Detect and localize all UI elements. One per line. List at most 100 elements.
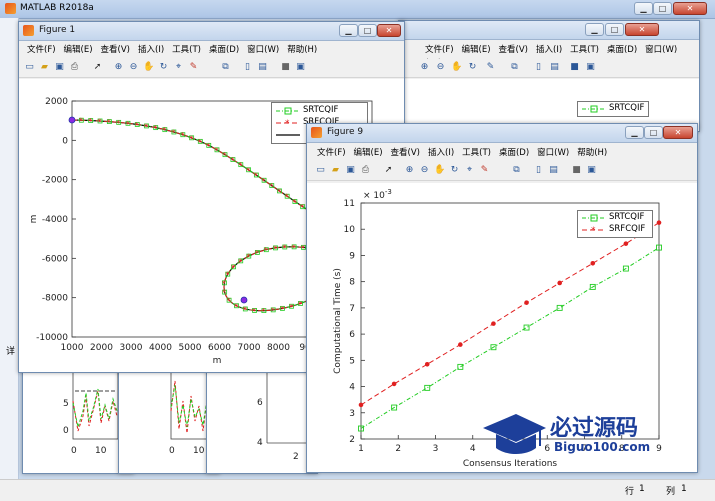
brush-icon[interactable]: ✎ bbox=[479, 165, 490, 176]
figure-back-title-bar[interactable]: ▁ □ ✕ bbox=[399, 21, 699, 40]
show-tools-icon[interactable]: ▣ bbox=[585, 62, 596, 73]
y-tick-label: 4 bbox=[349, 383, 355, 393]
save-icon[interactable]: ▣ bbox=[345, 165, 356, 176]
menu-item[interactable]: 文件(F) bbox=[421, 43, 458, 57]
brush-icon[interactable]: ✎ bbox=[485, 62, 496, 73]
figure-1-title-bar[interactable]: Figure 1 ▁ □ ✕ bbox=[19, 22, 404, 41]
zoom-in-icon[interactable]: ⊕ bbox=[113, 62, 124, 73]
maximize-button[interactable]: □ bbox=[605, 23, 624, 36]
menu-item[interactable]: 桌面(D) bbox=[205, 43, 243, 57]
hide-tools-icon[interactable]: ■ bbox=[571, 165, 582, 176]
pan-icon[interactable]: ✋ bbox=[434, 165, 445, 176]
select-icon[interactable]: ➚ bbox=[92, 62, 103, 73]
show-tools-icon[interactable]: ▣ bbox=[295, 62, 306, 73]
menu-item[interactable]: 插入(I) bbox=[424, 146, 458, 160]
menu-item[interactable]: 帮助(H) bbox=[283, 43, 321, 57]
toolbar: ▭ ▰ ▣ ⎙ ➚ ⊕ ⊖ ✋ ↻ ⌖ ✎ ⧉ ▯ ▤ ■ ▣ bbox=[19, 59, 404, 78]
open-icon[interactable]: ▰ bbox=[330, 165, 341, 176]
menu-item[interactable]: 查看(V) bbox=[495, 43, 532, 57]
link-icon[interactable]: ⧉ bbox=[509, 62, 520, 73]
srfcqif-marker: * bbox=[125, 120, 129, 129]
menu-item[interactable]: 查看(V) bbox=[387, 146, 424, 160]
menu-item[interactable]: 插入(I) bbox=[532, 43, 566, 57]
toolbar: ▭ ▰ ▣ ⎙ ➚ ⊕ ⊖ ✋ ↻ ⌖ ✎ ⧉ ▯ ▤ ■ ▣ bbox=[307, 162, 697, 181]
minimize-button[interactable]: ▁ bbox=[625, 126, 644, 139]
menu-item[interactable]: 插入(I) bbox=[134, 43, 168, 57]
srfcqif-marker: * bbox=[116, 119, 120, 128]
main-title-bar[interactable]: MATLAB R2018a ▁ □ ✕ bbox=[0, 0, 715, 19]
minimize-button[interactable]: ▁ bbox=[585, 23, 604, 36]
srfcqif-marker: * bbox=[144, 122, 148, 131]
menu-item[interactable]: 工具(T) bbox=[458, 146, 495, 160]
zoom-in-icon[interactable]: ⊕ bbox=[404, 165, 415, 176]
menu-item[interactable]: 工具(T) bbox=[168, 43, 205, 57]
data-cursor-icon[interactable]: ⌖ bbox=[173, 62, 184, 73]
minimize-button[interactable]: ▁ bbox=[339, 24, 358, 37]
srfcqif-marker: * bbox=[289, 303, 293, 312]
rotate-icon[interactable]: ↻ bbox=[467, 62, 478, 73]
menu-item[interactable]: 编辑(E) bbox=[458, 43, 495, 57]
zoom-out-icon[interactable]: ⊖ bbox=[128, 62, 139, 73]
minimize-button[interactable]: ▁ bbox=[634, 2, 653, 15]
bottom-plot-1: 5 0 0 10 bbox=[63, 370, 119, 456]
hide-tools-icon[interactable]: ■ bbox=[280, 62, 291, 73]
open-icon[interactable]: ▰ bbox=[39, 62, 50, 73]
legend-entry-srtcqif: SRTCQIF bbox=[581, 103, 644, 114]
menu-item[interactable]: 文件(F) bbox=[23, 43, 60, 57]
close-button[interactable]: ✕ bbox=[663, 126, 693, 139]
zoom-out-icon[interactable]: ⊖ bbox=[419, 165, 430, 176]
close-button[interactable]: ✕ bbox=[673, 2, 707, 15]
figure-back[interactable]: ▁ □ ✕ 文件(F) 编辑(E) 查看(V) 插入(I) 工具(T) 桌面(D) 窗口(W… bbox=[398, 20, 700, 132]
colorbar-icon[interactable]: ▯ bbox=[242, 62, 253, 73]
menu-item[interactable]: 文件(F) bbox=[313, 146, 350, 160]
figure-9-title-bar[interactable]: Figure 9 ▁ □ ✕ bbox=[307, 124, 697, 143]
srfcqif-marker: * bbox=[88, 117, 92, 126]
link-icon[interactable]: ⧉ bbox=[220, 62, 231, 73]
maximize-button[interactable]: □ bbox=[358, 24, 377, 37]
y-tick-label: -8000 bbox=[42, 294, 68, 304]
print-icon[interactable]: ⎙ bbox=[69, 62, 80, 73]
show-tools-icon[interactable]: ▣ bbox=[586, 165, 597, 176]
rotate-icon[interactable]: ↻ bbox=[158, 62, 169, 73]
brush-icon[interactable]: ✎ bbox=[188, 62, 199, 73]
data-cursor-icon[interactable]: ⌖ bbox=[464, 165, 475, 176]
maximize-button[interactable]: □ bbox=[644, 126, 663, 139]
srfcqif-marker: * bbox=[292, 243, 296, 252]
x-tick-label: 3 bbox=[433, 444, 439, 454]
select-icon[interactable]: ➚ bbox=[383, 165, 394, 176]
menu-item[interactable]: 帮助(H) bbox=[573, 146, 611, 160]
zoom-in-icon[interactable]: ⊕ bbox=[419, 62, 430, 73]
srfcqif-marker: * bbox=[252, 307, 256, 316]
maximize-button[interactable]: □ bbox=[653, 2, 672, 15]
close-button[interactable]: ✕ bbox=[377, 24, 401, 37]
close-button[interactable]: ✕ bbox=[625, 23, 659, 36]
new-figure-icon[interactable]: ▭ bbox=[315, 165, 326, 176]
menu-item[interactable]: 窗口(W) bbox=[533, 146, 573, 160]
zoom-out-icon[interactable]: ⊖ bbox=[435, 62, 446, 73]
menu-item[interactable]: 查看(V) bbox=[97, 43, 134, 57]
new-figure-icon[interactable]: ▭ bbox=[24, 62, 35, 73]
colorbar-icon[interactable]: ▯ bbox=[533, 165, 544, 176]
data-point-srfcqif bbox=[623, 241, 629, 246]
hide-tools-icon[interactable]: ■ bbox=[569, 62, 580, 73]
legend-icon[interactable]: ▤ bbox=[548, 165, 559, 176]
link-icon[interactable]: ⧉ bbox=[511, 165, 522, 176]
menu-item[interactable]: 编辑(E) bbox=[60, 43, 97, 57]
menu-item[interactable]: 窗口(W) bbox=[243, 43, 283, 57]
pan-icon[interactable]: ✋ bbox=[143, 62, 154, 73]
legend-icon[interactable]: ▤ bbox=[257, 62, 268, 73]
colorbar-icon[interactable]: ▯ bbox=[533, 62, 544, 73]
menu-item[interactable]: 编辑(E) bbox=[350, 146, 387, 160]
figure-bottom-2[interactable]: 0 10 bbox=[118, 360, 220, 474]
menu-item[interactable]: 桌面(D) bbox=[495, 146, 533, 160]
figure-bottom-3[interactable]: 6 4 2 bbox=[206, 360, 318, 474]
x-tick-label: 2 bbox=[395, 444, 401, 454]
print-icon[interactable]: ⎙ bbox=[360, 165, 371, 176]
menu-item[interactable]: 桌面(D) bbox=[603, 43, 641, 57]
pan-icon[interactable]: ✋ bbox=[451, 62, 462, 73]
save-icon[interactable]: ▣ bbox=[54, 62, 65, 73]
legend-icon[interactable]: ▤ bbox=[549, 62, 560, 73]
menu-item[interactable]: 窗口(W) bbox=[641, 43, 681, 57]
rotate-icon[interactable]: ↻ bbox=[449, 165, 460, 176]
menu-item[interactable]: 工具(T) bbox=[566, 43, 603, 57]
